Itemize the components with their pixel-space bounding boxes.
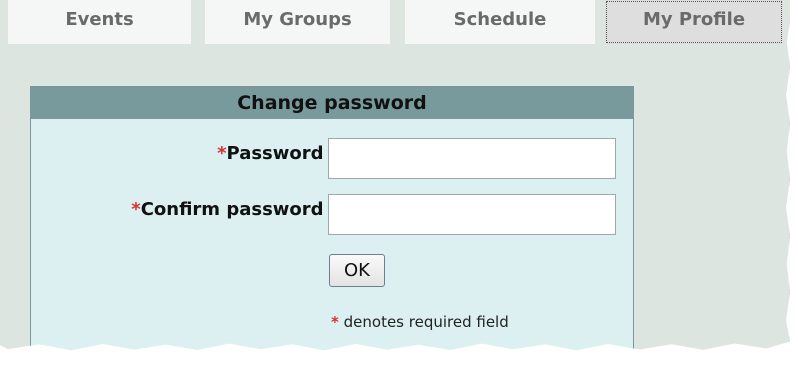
tab-events[interactable]: Events bbox=[8, 0, 191, 44]
required-marker: * bbox=[131, 199, 141, 220]
tab-bar: Events My Groups Schedule My Profile bbox=[0, 0, 790, 44]
required-note-text: denotes required field bbox=[343, 313, 509, 331]
password-label: *Password : bbox=[217, 143, 337, 164]
confirm-password-field[interactable] bbox=[328, 194, 616, 235]
tab-my-groups[interactable]: My Groups bbox=[205, 0, 390, 44]
ok-button[interactable]: OK bbox=[329, 254, 385, 287]
screenshot-card: Events My Groups Schedule My Profile Cha… bbox=[0, 0, 790, 351]
panel-title: Change password bbox=[31, 87, 633, 119]
password-label-text: Password : bbox=[226, 143, 337, 164]
tab-my-profile[interactable]: My Profile bbox=[605, 0, 783, 44]
confirm-password-label: *Confirm password : bbox=[131, 199, 337, 220]
change-password-panel: Change password *Password : *Confirm pas… bbox=[30, 86, 634, 351]
tab-schedule[interactable]: Schedule bbox=[405, 0, 595, 44]
password-field[interactable] bbox=[328, 138, 616, 179]
confirm-password-label-text: Confirm password : bbox=[140, 199, 337, 220]
required-marker: * bbox=[331, 313, 339, 331]
required-field-note: * denotes required field bbox=[331, 313, 509, 331]
